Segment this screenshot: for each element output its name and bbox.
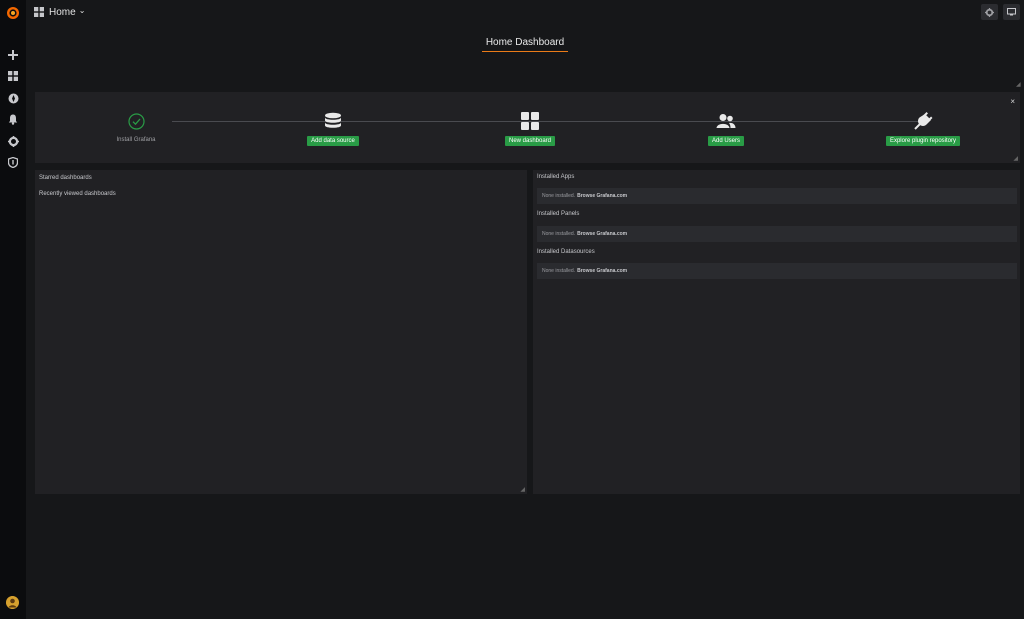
server-admin-button[interactable] xyxy=(0,152,26,172)
alerting-button[interactable] xyxy=(0,109,26,129)
top-navbar: Home ⌄ xyxy=(26,0,1024,24)
step-add-users: Add Users xyxy=(656,92,796,163)
resize-handle-icon[interactable]: ◢ xyxy=(520,486,525,493)
page-title: Home Dashboard xyxy=(26,37,1024,52)
step-add-data-source: Add data source xyxy=(263,92,403,163)
configuration-button[interactable] xyxy=(0,131,26,151)
dashboard-picker-label: Home xyxy=(49,6,76,18)
bell-icon xyxy=(8,114,18,125)
step-new-dashboard: New dashboard xyxy=(460,92,600,163)
dashboards-button[interactable] xyxy=(0,66,26,86)
dashboard-title-text: Home Dashboard xyxy=(481,37,569,52)
browse-grafana-link[interactable]: Browse Grafana.com xyxy=(577,231,627,237)
view-mode-button[interactable] xyxy=(1003,4,1020,20)
list-item: None installed. Browse Grafana.com xyxy=(537,226,1017,242)
grafana-logo[interactable] xyxy=(0,2,26,24)
compass-icon xyxy=(8,93,18,103)
plugin-list-panel: Installed Apps None installed. Browse Gr… xyxy=(533,170,1020,494)
installed-datasources-heading: Installed Datasources xyxy=(537,249,595,255)
resize-handle-icon[interactable]: ◢ xyxy=(1016,81,1021,88)
database-icon xyxy=(323,112,343,130)
grafana-logo-icon xyxy=(7,7,19,19)
dashboard-settings-button[interactable] xyxy=(981,4,998,20)
explore-plugin-repository-button[interactable]: Explore plugin repository xyxy=(885,136,961,146)
users-icon xyxy=(716,112,736,130)
browse-grafana-link[interactable]: Browse Grafana.com xyxy=(577,268,627,274)
empty-text: None installed. xyxy=(542,231,576,237)
step-explore-plugins: Explore plugin repository xyxy=(853,92,993,163)
chevron-down-icon: ⌄ xyxy=(78,6,86,15)
dashboard-picker[interactable]: Home ⌄ xyxy=(34,4,85,20)
installed-apps-heading: Installed Apps xyxy=(537,174,575,180)
resize-handle-icon[interactable]: ◢ xyxy=(1013,155,1018,162)
add-users-button[interactable]: Add Users xyxy=(707,136,744,146)
plug-icon xyxy=(913,111,933,130)
recent-dashboards-heading: Recently viewed dashboards xyxy=(39,191,116,197)
close-icon[interactable]: × xyxy=(1010,97,1015,106)
avatar-icon xyxy=(6,596,19,609)
list-item: None installed. Browse Grafana.com xyxy=(537,188,1017,204)
monitor-icon xyxy=(1007,8,1016,16)
getting-started-panel: Install Grafana Add data source New dash… xyxy=(35,92,1020,163)
dashboard-grid-icon xyxy=(8,71,18,81)
step-label: Install Grafana xyxy=(116,137,156,143)
dashboard-list-panel: Starred dashboards Recently viewed dashb… xyxy=(35,170,527,494)
create-button[interactable] xyxy=(0,45,26,65)
dashboard-grid-icon xyxy=(34,7,44,17)
installed-panels-heading: Installed Panels xyxy=(537,211,580,217)
new-dashboard-button[interactable]: New dashboard xyxy=(504,136,556,146)
list-item: None installed. Browse Grafana.com xyxy=(537,263,1017,279)
starred-dashboards-heading: Starred dashboards xyxy=(39,175,92,181)
dashboard-grid-icon xyxy=(520,112,540,130)
user-avatar[interactable] xyxy=(6,596,19,609)
explore-button[interactable] xyxy=(0,88,26,108)
empty-text: None installed. xyxy=(542,193,576,199)
plus-icon xyxy=(8,50,18,60)
shield-icon xyxy=(8,156,18,168)
step-install-grafana: Install Grafana xyxy=(66,92,206,163)
browse-grafana-link[interactable]: Browse Grafana.com xyxy=(577,193,627,199)
gear-icon xyxy=(985,7,994,17)
add-data-source-button[interactable]: Add data source xyxy=(307,136,359,146)
check-circle-icon xyxy=(126,112,146,130)
sidebar xyxy=(0,0,26,619)
gear-icon xyxy=(7,135,19,147)
empty-text: None installed. xyxy=(542,268,576,274)
